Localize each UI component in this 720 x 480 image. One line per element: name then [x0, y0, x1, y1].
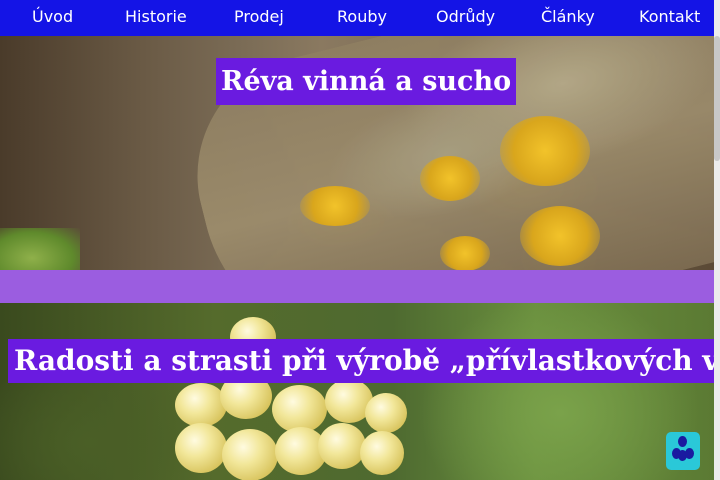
lichen-patch	[520, 206, 600, 266]
nav-link-odrudy[interactable]: Odrůdy	[436, 0, 495, 36]
grape	[365, 393, 407, 433]
lichen-patch	[300, 186, 370, 226]
grape	[360, 431, 404, 475]
nav-link-kontakt[interactable]: Kontakt	[639, 0, 700, 36]
leaf-image	[0, 228, 80, 270]
app-badge-icon[interactable]	[666, 432, 700, 470]
grape	[318, 423, 366, 469]
badge-dot	[685, 448, 694, 459]
top-navigation: Úvod Historie Prodej Rouby Odrůdy Články…	[0, 0, 714, 36]
scrollbar-thumb[interactable]	[714, 36, 720, 161]
article-card-wines[interactable]: Radosti a strasti při výrobě „přívlastko…	[0, 303, 714, 480]
nav-link-historie[interactable]: Historie	[125, 0, 187, 36]
lichen-patch	[420, 156, 480, 201]
nav-link-clanky[interactable]: Články	[541, 0, 595, 36]
scrollbar[interactable]	[714, 0, 720, 480]
article-title-wines[interactable]: Radosti a strasti při výrobě „přívlastko…	[8, 339, 714, 383]
grape	[222, 429, 278, 480]
nav-link-prodej[interactable]: Prodej	[234, 0, 284, 36]
badge-dot	[678, 436, 687, 447]
grape	[272, 385, 327, 433]
article-title-drought[interactable]: Réva vinná a sucho	[216, 58, 517, 105]
lichen-patch	[440, 236, 490, 270]
lichen-patch	[500, 116, 590, 186]
nav-link-rouby[interactable]: Rouby	[337, 0, 387, 36]
article-card-drought[interactable]: Réva vinná a sucho	[0, 36, 714, 270]
section-divider	[0, 270, 714, 303]
nav-link-uvod[interactable]: Úvod	[32, 0, 73, 36]
grape	[175, 383, 227, 427]
grape	[175, 423, 227, 473]
